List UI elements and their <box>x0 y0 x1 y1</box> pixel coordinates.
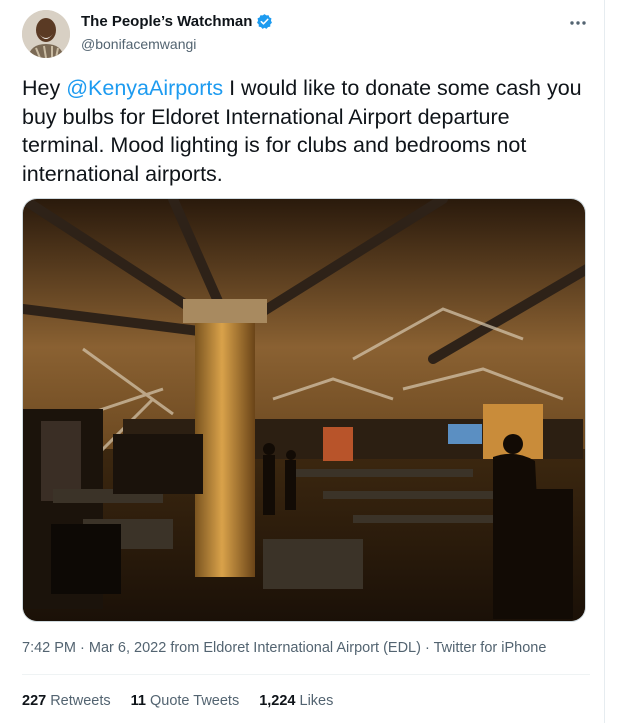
author-name-row: The People’s Watchman <box>81 13 273 30</box>
quote-tweets-count: 11 <box>130 693 146 709</box>
retweets-count: 227 <box>22 693 47 709</box>
tweet-time[interactable]: 7:42 PM <box>22 640 76 656</box>
retweets-label: Retweets <box>50 693 111 709</box>
verified-badge-icon <box>256 13 273 30</box>
tweet-text: Hey @KenyaAirports I would like to donat… <box>22 74 592 188</box>
tweet-location[interactable]: from Eldoret International Airport (EDL) <box>170 640 421 656</box>
likes-label: Likes <box>299 693 334 709</box>
tweet-text-start: Hey <box>22 76 67 100</box>
tweet-source[interactable]: Twitter for iPhone <box>434 640 547 656</box>
avatar-image <box>22 10 70 58</box>
mention-link[interactable]: @KenyaAirports <box>66 76 223 100</box>
meta-separator: · <box>76 640 89 656</box>
quote-tweets-label: Quote Tweets <box>150 693 240 709</box>
author-handle[interactable]: @bonifacemwangi <box>81 36 196 52</box>
tweet-card: The People’s Watchman @bonifacemwangi He… <box>0 0 605 723</box>
quote-tweets-stat[interactable]: 11 Quote Tweets <box>131 693 240 709</box>
retweets-stat[interactable]: 227 Retweets <box>22 693 111 709</box>
tweet-date[interactable]: Mar 6, 2022 <box>89 640 166 656</box>
airport-terminal-photo <box>23 199 585 621</box>
more-horizontal-icon <box>570 21 586 25</box>
avatar[interactable] <box>22 10 70 58</box>
tweet-photo[interactable] <box>22 198 586 622</box>
likes-count: 1,224 <box>259 693 296 709</box>
author-display-name[interactable]: The People’s Watchman <box>81 13 252 30</box>
likes-stat[interactable]: 1,224 Likes <box>259 693 333 709</box>
more-options-button[interactable] <box>567 12 589 34</box>
meta-separator: · <box>420 640 434 656</box>
tweet-metadata: 7:42 PM · Mar 6, 2022 from Eldoret Inter… <box>22 640 546 656</box>
engagement-stats: 227 Retweets 11 Quote Tweets 1,224 Likes <box>22 693 333 709</box>
divider <box>22 674 590 675</box>
